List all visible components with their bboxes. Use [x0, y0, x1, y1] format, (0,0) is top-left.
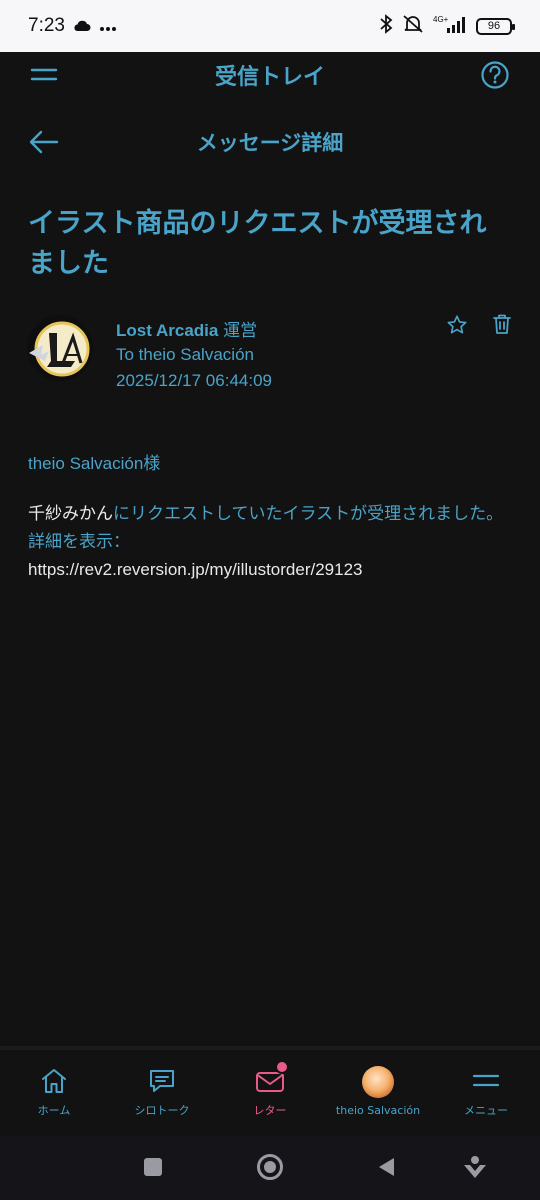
system-navigation-bar: [0, 1136, 540, 1200]
help-icon: [481, 61, 509, 89]
back-button[interactable]: [28, 128, 60, 160]
cloud-icon: [73, 17, 91, 36]
greeting: theio Salvación様: [28, 454, 161, 473]
requested-artist-name: 千紗みかん: [28, 504, 113, 523]
message-title: イラスト商品のリクエストが受理されました: [28, 208, 487, 279]
nav-profile[interactable]: theio Salvación: [324, 1050, 432, 1136]
sender-name: Lost Arcadia 運営: [116, 316, 257, 341]
sender-name-text: Lost Arcadia: [116, 321, 219, 340]
message-date: 2025/12/17 06:44:09: [116, 371, 272, 390]
home-icon: [42, 1069, 66, 1093]
nav-letter[interactable]: レター: [216, 1050, 324, 1136]
sub-header: メッセージ詳細: [0, 118, 540, 166]
status-time: 7:23: [28, 15, 65, 36]
body-text: にリクエストしていたイラストが受理されました。: [113, 504, 504, 523]
home-system-button[interactable]: [257, 1154, 283, 1180]
nav-menu[interactable]: メニュー: [432, 1050, 540, 1136]
app-screen: 7:23 4G+ 96 受信トレイ メッセージ詳細 イラスト商品のリクエストが受…: [0, 0, 540, 1200]
menu-icon: [472, 1074, 500, 1087]
recents-button[interactable]: [144, 1158, 162, 1176]
hamburger-menu-button[interactable]: [30, 62, 58, 90]
lost-arcadia-logo-icon: [28, 316, 92, 380]
assistant-button[interactable]: [462, 1154, 488, 1184]
help-button[interactable]: [480, 60, 510, 94]
hamburger-icon: [30, 68, 58, 81]
triangle-back-icon: [379, 1158, 394, 1176]
delete-button[interactable]: [492, 313, 512, 339]
favorite-button[interactable]: [446, 314, 468, 340]
sub-header-title: メッセージ詳細: [196, 131, 344, 155]
detail-label: 詳細を表示：: [28, 532, 130, 551]
nav-home-label: ホーム: [37, 1104, 71, 1117]
back-system-button[interactable]: [376, 1156, 396, 1182]
notification-badge: [275, 1060, 289, 1074]
nav-menu-label: メニュー: [464, 1104, 508, 1117]
chat-icon: [150, 1070, 174, 1092]
sender-suffix: 運営: [223, 321, 258, 340]
trash-icon: [493, 314, 511, 334]
recipient: To theio Salvación: [116, 345, 254, 364]
header-title: 受信トレイ: [214, 65, 325, 90]
battery-indicator: 96: [476, 17, 515, 35]
nav-home[interactable]: ホーム: [0, 1050, 108, 1136]
star-icon: [447, 315, 467, 334]
signal-type: 4G+: [433, 15, 449, 24]
nav-shirotalk-label: シロトーク: [134, 1104, 190, 1117]
detail-link[interactable]: https://rev2.reversion.jp/my/illustorder…: [28, 560, 363, 579]
user-avatar: [362, 1066, 394, 1098]
mute-icon: [402, 14, 424, 38]
app-header: 受信トレイ: [0, 52, 540, 98]
assistant-icon: [464, 1156, 486, 1178]
bluetooth-icon: [379, 14, 393, 38]
signal-icon: 4G+: [433, 14, 467, 38]
nav-shirotalk[interactable]: シロトーク: [108, 1050, 216, 1136]
nav-profile-label: theio Salvación: [335, 1104, 421, 1117]
battery-level: 96: [487, 20, 501, 32]
nav-letter-label: レター: [253, 1104, 287, 1117]
bottom-navigation: ホーム シロトーク レター theio Salvación メニュー: [0, 1046, 540, 1136]
sender-avatar: [27, 315, 93, 381]
status-bar: 7:23 4G+ 96: [0, 0, 540, 52]
arrow-left-icon: [29, 130, 59, 154]
more-dots-icon: [99, 17, 117, 36]
message-body: theio Salvación様 千紗みかんにリクエストしていたイラストが受理さ…: [28, 450, 518, 584]
